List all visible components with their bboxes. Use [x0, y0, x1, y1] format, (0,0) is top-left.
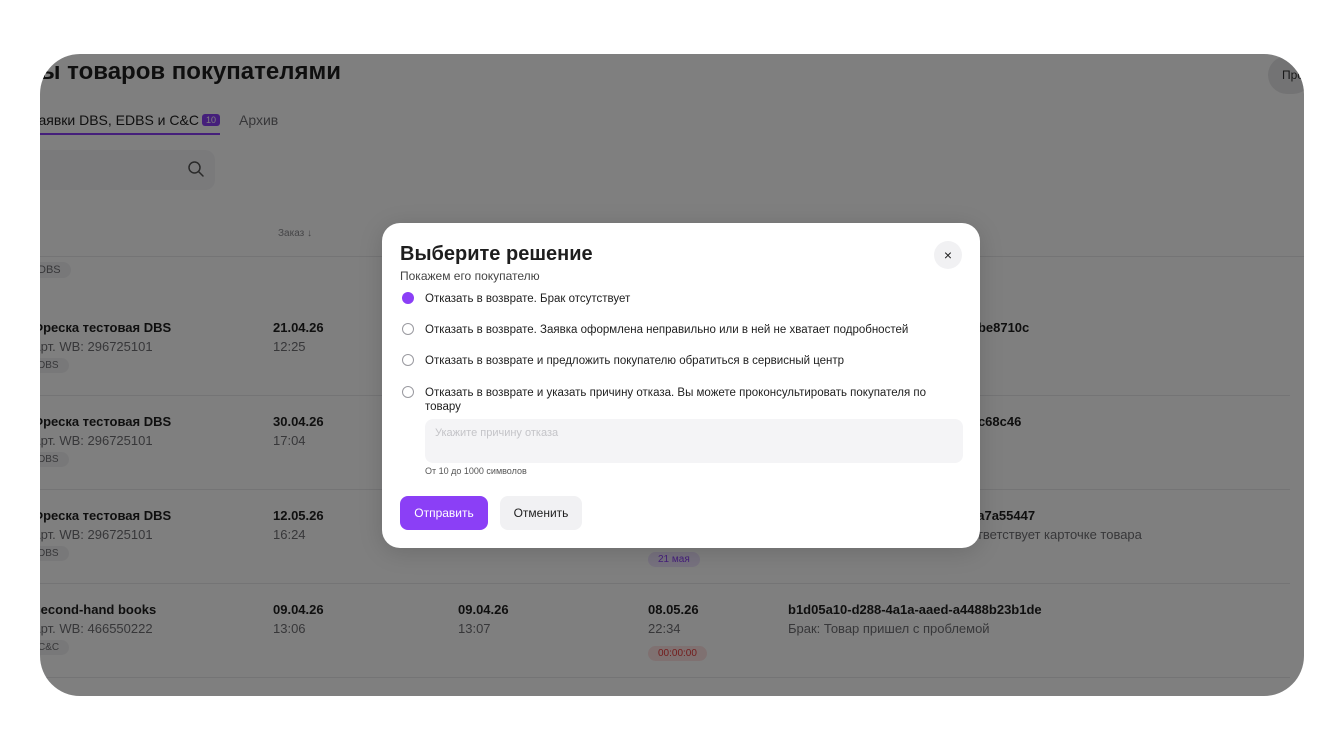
radio-button[interactable]	[402, 386, 414, 398]
modal-subtitle: Покажем его покупателю	[400, 269, 540, 283]
close-icon: ×	[943, 247, 953, 263]
close-button[interactable]: ×	[934, 241, 962, 269]
submit-button[interactable]: Отправить	[400, 496, 488, 530]
option-label: Отказать в возврате и указать причину от…	[425, 387, 926, 413]
radio-button[interactable]	[402, 323, 414, 335]
reason-field[interactable]	[425, 419, 963, 463]
radio-button[interactable]	[402, 354, 414, 366]
option-label: Отказать в возврате. Заявка оформлена не…	[425, 324, 909, 336]
option-label: Отказать в возврате и предложить покупат…	[425, 355, 845, 367]
modal-title: Выберите решение	[400, 243, 593, 265]
app-frame: ы товаров покупателями Про Заявки DBS, E…	[40, 54, 1304, 696]
decision-modal: Выберите решение Покажем его покупателю …	[382, 223, 980, 548]
reason-hint: От 10 до 1000 символов	[425, 466, 527, 476]
cancel-button[interactable]: Отменить	[500, 496, 582, 530]
radio-button-selected[interactable]	[402, 292, 414, 304]
option-label: Отказать в возврате. Брак отсутствует	[425, 293, 631, 305]
